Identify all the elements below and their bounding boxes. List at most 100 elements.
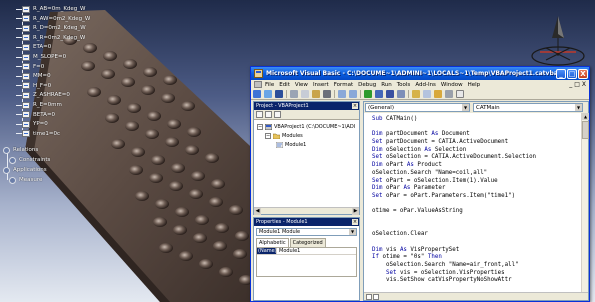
paste-icon[interactable] (312, 90, 320, 98)
procedure-view-icon[interactable] (366, 293, 372, 300)
properties-window-icon[interactable] (423, 90, 431, 98)
code-line[interactable] (372, 239, 581, 247)
collapse-icon[interactable]: − (265, 133, 271, 139)
menu-format[interactable]: Format (334, 82, 353, 88)
object-browser-icon[interactable] (434, 90, 442, 98)
toggle-folders-icon[interactable] (274, 111, 281, 118)
menu-view[interactable]: View (295, 82, 308, 88)
redo-icon[interactable] (349, 90, 357, 98)
code-line[interactable]: oSelection.Search "Name=coil,all" (372, 170, 581, 178)
tree-node-measure[interactable]: Measure (9, 175, 42, 185)
menu-help[interactable]: Help (468, 82, 481, 88)
view-object-icon[interactable] (265, 111, 272, 118)
properties-pane[interactable]: Properties - Module1 × Module1 Module ▼ … (253, 217, 360, 301)
view-catia-icon[interactable] (253, 90, 261, 98)
code-window[interactable]: (General) ▼ CATMain ▼ Sub CATMain() Dim p… (363, 101, 589, 301)
menu-file[interactable]: File (265, 82, 274, 88)
reset-icon[interactable] (386, 90, 394, 98)
code-editor-area[interactable]: Sub CATMain() Dim partDocument As Documen… (364, 113, 581, 292)
menu-run[interactable]: Run (381, 82, 392, 88)
code-line[interactable]: Set partDocument = CATIA.ActiveDocument (372, 139, 581, 147)
code-line[interactable] (372, 224, 581, 232)
toolbox-icon[interactable] (445, 90, 453, 98)
run-icon[interactable] (364, 90, 372, 98)
tree-node-applications[interactable]: Applications (3, 165, 47, 175)
collapse-icon[interactable]: − (257, 124, 263, 130)
code-line[interactable]: Dim partDocument As Document (372, 131, 581, 139)
properties-object-select[interactable]: Module1 Module ▼ (256, 228, 357, 236)
code-line[interactable] (372, 201, 581, 209)
tree-item-parameter[interactable]: R_E=0mm (16, 100, 62, 110)
property-value[interactable]: Module1 (277, 248, 300, 254)
tree-item-parameter[interactable]: M_SLOPE=0 (16, 52, 66, 62)
code-line[interactable]: Set oSelection = CATIA.ActiveDocument.Se… (372, 154, 581, 162)
tree-item-parameter[interactable]: time1=0c (16, 129, 60, 139)
project-hscrollbar[interactable]: ◀ ▶ (254, 207, 359, 215)
project-explorer-icon[interactable] (412, 90, 420, 98)
break-icon[interactable] (375, 90, 383, 98)
module-window-icon[interactable] (254, 81, 262, 88)
tree-item-parameter[interactable]: ETA=0 (16, 42, 51, 52)
tree-item-module1[interactable]: Module1 (276, 141, 306, 149)
full-module-view-icon[interactable] (373, 293, 379, 300)
vba-editor-window[interactable]: Microsoft Visual Basic - C:\DOCUME~1\ADM… (250, 66, 590, 302)
code-line[interactable]: Dim oPar As Parameter (372, 185, 581, 193)
tree-item-parameter[interactable]: BETA=0 (16, 110, 55, 120)
tree-node-constraints[interactable]: Constraints (9, 155, 50, 165)
tree-node-relations[interactable]: Relations (3, 145, 38, 155)
maximize-button[interactable]: □ (567, 68, 577, 79)
chevron-down-icon[interactable]: ▼ (349, 229, 356, 235)
code-line[interactable]: Sub CATMain() (372, 116, 581, 124)
code-line[interactable]: Set vis = oSelection.VisProperties (372, 270, 581, 278)
scroll-thumb[interactable] (582, 121, 589, 139)
mdi-minimize-button[interactable]: _ (569, 81, 572, 88)
specification-tree[interactable]: R_AB=0m_Kdeg_W R_AW=0m2_Kdeg_W R_D=0m2_Kde… (0, 0, 140, 185)
tab-alphabetic[interactable]: Alphabetic (256, 238, 289, 247)
menu-tools[interactable]: Tools (397, 82, 411, 88)
tree-item-parameter[interactable]: Z_ASHRAE=0 (16, 90, 70, 100)
menu-addins[interactable]: Add-Ins (415, 82, 436, 88)
tree-item-parameter[interactable]: R_D=0m2_Kdeg_W (16, 23, 86, 33)
code-line[interactable]: otime = oPar.ValueAsString (372, 208, 581, 216)
code-line[interactable] (372, 216, 581, 224)
code-line[interactable]: vis.SetShow catVisPropertyNoShowAttr (372, 277, 581, 285)
tree-item-parameter[interactable]: R_AW=0m2_Kdeg_W (16, 14, 90, 24)
menu-edit[interactable]: Edit (279, 82, 290, 88)
code-line[interactable]: Set oPar = oPart.Parameters.Item("time1"… (372, 193, 581, 201)
properties-pane-close-button[interactable]: × (352, 219, 358, 225)
compass-icon[interactable] (528, 12, 588, 72)
code-line[interactable] (372, 124, 581, 132)
code-line[interactable]: oSelection.Clear (372, 231, 581, 239)
tree-item-parameter[interactable]: YP=0 (16, 119, 48, 129)
code-line[interactable]: If otime = "0s" Then (372, 254, 581, 262)
tree-item-parameter[interactable]: F=0 (16, 62, 44, 72)
vba-title-bar[interactable]: Microsoft Visual Basic - C:\DOCUME~1\ADM… (251, 67, 589, 80)
insert-module-icon[interactable] (264, 90, 272, 98)
menu-debug[interactable]: Debug (358, 82, 376, 88)
tree-item-modules[interactable]: − Modules (265, 132, 303, 140)
find-icon[interactable] (323, 90, 331, 98)
menu-window[interactable]: Window (441, 82, 463, 88)
properties-grid[interactable]: (Name) Module1 (256, 247, 357, 277)
cut-icon[interactable] (290, 90, 298, 98)
scroll-up-icon[interactable]: ▲ (582, 113, 589, 120)
project-explorer-pane[interactable]: Project - VBAProject1 × − VBAProject1 (C… (253, 101, 360, 215)
close-button[interactable]: X (578, 68, 588, 79)
menu-insert[interactable]: Insert (313, 82, 329, 88)
code-line[interactable]: Dim vis As VisPropertySet (372, 247, 581, 255)
tree-item-parameter[interactable]: R_R=0m2_Kdeg_W (16, 33, 85, 43)
mdi-close-button[interactable]: X (582, 81, 586, 88)
project-pane-close-button[interactable]: × (352, 103, 358, 109)
code-line[interactable]: Dim oPart As Product (372, 162, 581, 170)
tree-item-project[interactable]: − VBAProject1 (C:\DOCUME~1\ADI (257, 123, 355, 131)
tab-categorized[interactable]: Categorized (289, 238, 326, 247)
scroll-left-icon[interactable]: ◀ (254, 208, 261, 215)
code-line[interactable]: Set oPart = oSelection.Item(1).Value (372, 178, 581, 186)
property-row[interactable]: (Name) Module1 (257, 248, 356, 255)
tree-item-parameter[interactable]: MM=0 (16, 71, 51, 81)
tree-item-parameter[interactable]: H_F=0 (16, 81, 51, 91)
chevron-down-icon[interactable]: ▼ (575, 104, 582, 111)
help-icon[interactable] (456, 90, 464, 98)
procedure-combo[interactable]: CATMain ▼ (473, 103, 583, 112)
code-vscrollbar[interactable]: ▲ (581, 113, 589, 292)
